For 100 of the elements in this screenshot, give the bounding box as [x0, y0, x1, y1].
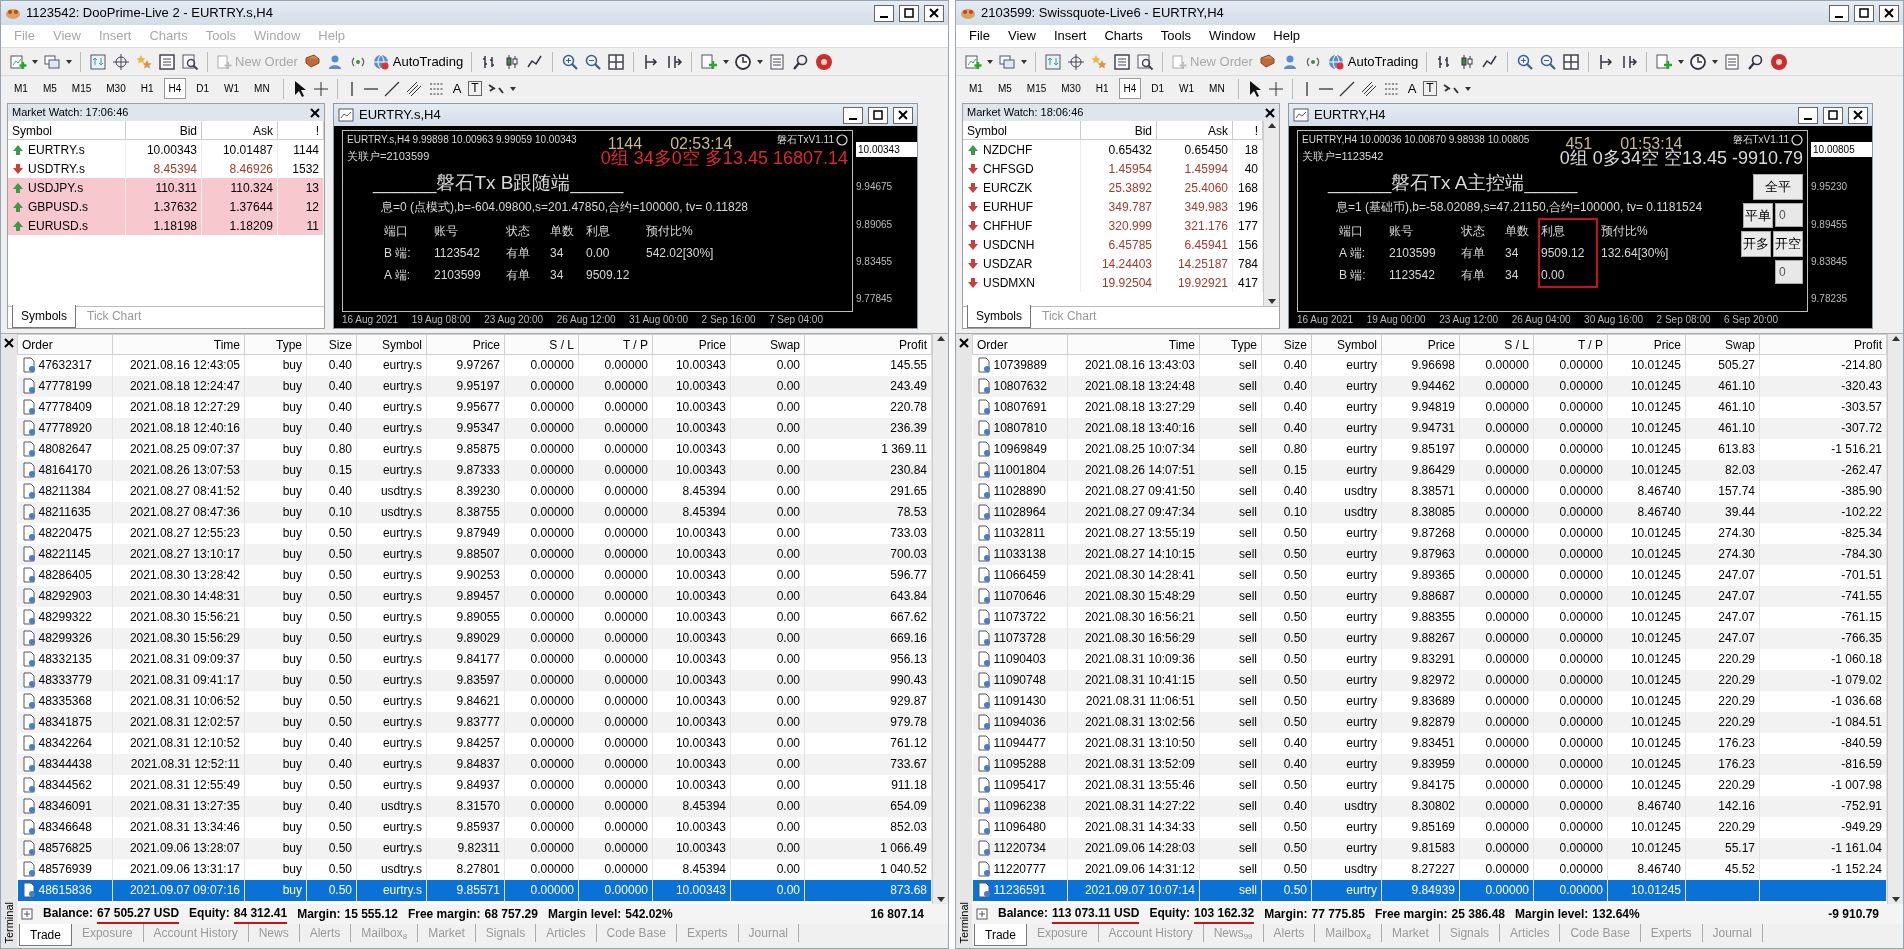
column-header[interactable]: Bid — [1081, 121, 1157, 140]
autotrading-button[interactable]: AutoTrading — [1326, 51, 1419, 72]
clock-icon[interactable] — [1689, 52, 1708, 71]
minimize-button[interactable] — [1798, 106, 1818, 124]
close-icon[interactable] — [4, 338, 14, 348]
maximize-button[interactable] — [1823, 106, 1843, 124]
column-header[interactable]: Order — [972, 334, 1068, 355]
column-header[interactable]: Time — [112, 334, 245, 355]
caret-icon[interactable] — [1021, 59, 1027, 64]
close-button[interactable] — [1879, 4, 1899, 22]
zoom-out-icon[interactable] — [1539, 52, 1558, 71]
column-header[interactable]: Profit — [804, 334, 932, 355]
column-header[interactable]: T / P — [578, 334, 653, 355]
close-button[interactable] — [1848, 106, 1868, 124]
list-window-icon[interactable] — [1113, 52, 1131, 71]
column-header[interactable]: Symbol — [1311, 334, 1382, 355]
quote-row[interactable]: GBPUSD.s 1.37632 1.37644 12 — [8, 197, 324, 216]
minimize-button[interactable] — [874, 4, 894, 22]
column-header[interactable]: Bid — [126, 121, 202, 140]
column-header[interactable]: Ask — [1157, 121, 1233, 140]
maximize-button[interactable] — [868, 106, 888, 124]
timeframe-button[interactable]: M1 — [9, 78, 33, 99]
timeframe-button[interactable]: M5 — [37, 78, 62, 99]
caret-icon[interactable] — [723, 59, 730, 64]
timeframe-button[interactable]: MN — [249, 78, 275, 99]
quote-row[interactable]: USDJPY.s 110.311 110.324 13 — [8, 178, 324, 197]
maximize-button[interactable] — [1854, 4, 1874, 22]
column-header[interactable]: Order — [17, 334, 113, 355]
caret-icon[interactable] — [1678, 59, 1685, 64]
tab[interactable]: Symbols — [967, 305, 1031, 328]
panel-button[interactable]: 平单 — [1743, 202, 1773, 228]
notification-icon[interactable] — [1769, 51, 1790, 72]
column-header[interactable]: Price — [1381, 334, 1460, 355]
timeframe-button[interactable]: W1 — [219, 78, 245, 99]
timeframe-button[interactable]: W1 — [1174, 78, 1200, 99]
hatched-channel-icon[interactable] — [1359, 79, 1378, 98]
new-chart-icon[interactable] — [9, 52, 27, 71]
tab[interactable]: Trade — [974, 924, 1027, 946]
menu-item[interactable]: Insert — [1044, 26, 1096, 46]
caret-icon[interactable] — [987, 59, 993, 64]
menu-item[interactable]: Tools — [1151, 26, 1201, 46]
number-field[interactable]: 0 — [1775, 259, 1803, 284]
number-field[interactable]: 0 — [1775, 202, 1803, 227]
up-down-arrows-icon[interactable] — [1044, 52, 1062, 71]
hatched-channel-icon[interactable] — [404, 79, 423, 98]
clock-icon[interactable] — [734, 52, 753, 71]
timeframe-button[interactable]: H1 — [135, 78, 159, 99]
target-icon[interactable] — [1067, 52, 1085, 71]
timeframe-button[interactable]: H1 — [1090, 78, 1114, 99]
column-header[interactable]: Size — [306, 334, 357, 355]
notification-icon[interactable] — [814, 51, 835, 72]
column-header[interactable]: Size — [1261, 334, 1312, 355]
close-icon[interactable] — [310, 107, 320, 118]
windows-icon[interactable] — [998, 52, 1016, 71]
panel-button[interactable]: 全平 — [1753, 174, 1803, 200]
caret-icon[interactable] — [757, 59, 764, 64]
trend-line-icon[interactable] — [1338, 80, 1355, 97]
minimize-button[interactable] — [843, 106, 863, 124]
menu-item[interactable]: File — [960, 26, 999, 46]
scrollbar[interactable] — [932, 334, 948, 904]
column-header[interactable]: Price — [1607, 334, 1686, 355]
column-header[interactable]: Price — [426, 334, 505, 355]
close-icon[interactable] — [1265, 107, 1275, 118]
text-tool[interactable]: A — [450, 78, 464, 99]
quote-row[interactable]: EURTRY.s 10.00343 10.01487 1144 — [8, 140, 324, 159]
grid-icon[interactable] — [607, 52, 626, 71]
column-header[interactable]: Type — [244, 334, 307, 355]
caret-icon[interactable] — [509, 86, 516, 91]
caret-icon[interactable] — [32, 59, 38, 64]
search-icon[interactable] — [791, 52, 810, 71]
column-header[interactable]: Type — [1199, 334, 1262, 355]
timeframe-button[interactable]: H4 — [163, 78, 187, 99]
tab[interactable]: Symbols — [12, 305, 76, 328]
timeframe-button[interactable]: MN — [1204, 78, 1230, 99]
column-header[interactable]: Price — [652, 334, 731, 355]
close-button[interactable] — [893, 106, 913, 124]
column-header[interactable]: Symbol — [356, 334, 427, 355]
caret-icon[interactable] — [66, 59, 72, 64]
new-chart-icon[interactable] — [964, 52, 982, 71]
column-header[interactable]: S / L — [1459, 334, 1534, 355]
label-tool[interactable]: T — [1423, 81, 1437, 96]
tab[interactable]: Trade — [19, 924, 72, 946]
menu-item[interactable]: Help — [1264, 26, 1310, 46]
zoom-in-icon[interactable] — [561, 52, 580, 71]
caret-icon[interactable] — [1464, 86, 1471, 91]
search-icon[interactable] — [1746, 52, 1765, 71]
timeframe-button[interactable]: M15 — [66, 78, 97, 99]
timeframe-button[interactable]: M1 — [964, 78, 988, 99]
panel-button[interactable]: 开空 — [1773, 231, 1803, 257]
timeframe-button[interactable]: D1 — [191, 78, 215, 99]
scrollbar[interactable] — [1887, 334, 1903, 904]
up-down-arrows-icon[interactable] — [89, 52, 107, 71]
column-header[interactable]: Swap — [1685, 334, 1760, 355]
timeframe-button[interactable]: M30 — [1056, 78, 1086, 99]
panel-button[interactable]: 开多 — [1741, 231, 1771, 257]
timeframe-button[interactable]: H4 — [1118, 78, 1142, 99]
timeframe-button[interactable]: M30 — [101, 78, 131, 99]
grid-icon[interactable] — [1562, 52, 1581, 71]
column-header[interactable]: Time — [1067, 334, 1200, 355]
close-button[interactable] — [924, 4, 944, 22]
